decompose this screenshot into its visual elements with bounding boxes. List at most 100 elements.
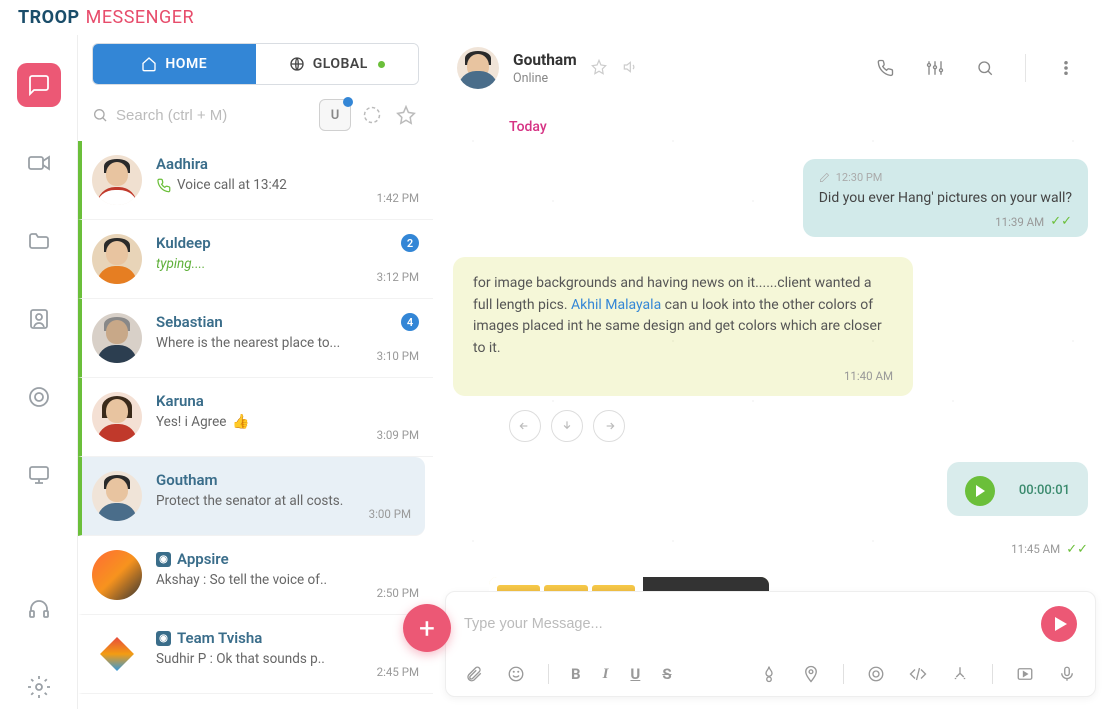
read-ticks-icon: ✓✓: [1050, 214, 1072, 229]
search-input[interactable]: [116, 107, 311, 124]
search-icon: [92, 106, 108, 124]
unread-filter-button[interactable]: U: [319, 99, 351, 131]
download-icon[interactable]: [551, 410, 583, 442]
favorite-filter-icon[interactable]: [393, 102, 419, 128]
video-clip-icon[interactable]: [1015, 664, 1035, 684]
avatar: [92, 550, 142, 600]
conversation-name: Kuldeep: [156, 234, 419, 252]
loading-filter-icon[interactable]: [359, 102, 385, 128]
send-button[interactable]: [1041, 606, 1077, 642]
fork-icon[interactable]: [950, 664, 970, 684]
play-button[interactable]: [965, 476, 995, 506]
chat-header: Goutham Online: [433, 35, 1108, 101]
bold-button[interactable]: B: [571, 665, 581, 683]
image-attachment[interactable]: [489, 577, 769, 591]
conversation-time: 3:10 PM: [377, 349, 419, 363]
message-time: 11:40 AM: [844, 368, 893, 386]
record-icon[interactable]: [866, 664, 886, 684]
emoji-icon[interactable]: [506, 664, 526, 684]
avatar: [92, 392, 142, 442]
video-icon[interactable]: [17, 141, 61, 185]
left-rail: [0, 35, 77, 709]
display-icon[interactable]: [17, 453, 61, 497]
message-bubble[interactable]: for image backgrounds and having news on…: [453, 257, 913, 396]
message-scroll[interactable]: Today 12:30 PM Did you ever Hang' pictur…: [433, 101, 1108, 591]
conversation-panel: HOME GLOBAL U Aadhira: [77, 35, 433, 709]
reply-icon[interactable]: [509, 410, 541, 442]
headset-icon[interactable]: [17, 587, 61, 631]
new-chat-button[interactable]: +: [403, 604, 451, 652]
conversation-item[interactable]: ◉Appsire Akshay : So tell the voice of..…: [78, 536, 433, 615]
scope-tabs: HOME GLOBAL: [92, 43, 419, 85]
mic-icon[interactable]: [1057, 664, 1077, 684]
conversation-time: 3:00 PM: [369, 507, 411, 521]
conversation-item[interactable]: Goutham Protect the senator at all costs…: [78, 457, 425, 536]
conversation-time: 2:50 PM: [377, 586, 419, 600]
tab-home[interactable]: HOME: [93, 44, 256, 84]
favorite-icon[interactable]: [591, 59, 609, 77]
more-icon[interactable]: [1048, 50, 1084, 86]
settings-icon[interactable]: [17, 665, 61, 709]
conversation-item[interactable]: ◉Team Tvisha Sudhir P : Ok that sounds p…: [78, 615, 433, 694]
call-icon: [156, 178, 171, 193]
message-bubble[interactable]: 12:30 PM Did you ever Hang' pictures on …: [803, 159, 1088, 237]
avatar: [92, 313, 142, 363]
search-box[interactable]: [92, 106, 311, 124]
chat-contact-name: Goutham: [513, 51, 577, 69]
speaker-icon[interactable]: [623, 59, 641, 77]
thumbs-up-icon: 👍: [232, 414, 249, 430]
message-time: 11:45 AM: [1011, 542, 1060, 556]
message-time: 11:39 AM: [995, 215, 1044, 229]
conversation-name: ◉Team Tvisha: [156, 629, 419, 647]
chat-icon[interactable]: [17, 63, 61, 107]
folder-icon[interactable]: [17, 219, 61, 263]
message-outgoing: 12:30 PM Did you ever Hang' pictures on …: [453, 159, 1088, 237]
message-input[interactable]: [464, 616, 1029, 632]
edit-icon: [819, 172, 830, 183]
conversation-name: Aadhira: [156, 155, 419, 173]
attach-icon[interactable]: [464, 664, 484, 684]
group-icon: ◉: [156, 552, 171, 567]
conversation-list[interactable]: Aadhira Voice call at 13:42 1:42 PM Kuld…: [78, 141, 433, 709]
mention[interactable]: Akhil Malayala: [571, 297, 661, 313]
composer-toolbar: B I U S: [446, 656, 1095, 696]
conversation-name: Karuna: [156, 392, 419, 410]
message-composer: B I U S: [445, 591, 1096, 697]
read-ticks-icon: ✓✓: [1066, 542, 1088, 557]
groups-icon[interactable]: [17, 375, 61, 419]
equalizer-icon[interactable]: [917, 50, 953, 86]
message-text: Did you ever Hang' pictures on your wall…: [819, 190, 1072, 206]
conversation-name: Goutham: [156, 471, 411, 489]
conversation-name: ◉Appsire: [156, 550, 419, 568]
code-icon[interactable]: [908, 664, 928, 684]
italic-button[interactable]: I: [603, 666, 609, 683]
conversation-item[interactable]: Karuna Yes! i Agree 👍 3:09 PM: [78, 378, 433, 457]
burnout-icon[interactable]: [759, 664, 779, 684]
tab-global[interactable]: GLOBAL: [256, 44, 419, 84]
conversation-item[interactable]: Aadhira Voice call at 13:42 1:42 PM: [78, 141, 433, 220]
conversation-item[interactable]: Kuldeep typing.... 2 3:12 PM: [78, 220, 433, 299]
unread-badge: 2: [401, 234, 419, 252]
avatar: [92, 234, 142, 284]
avatar: [92, 155, 142, 205]
location-icon[interactable]: [801, 664, 821, 684]
conversation-time: 3:09 PM: [377, 428, 419, 442]
forward-icon[interactable]: [593, 410, 625, 442]
voice-message[interactable]: 00:00:01: [947, 462, 1088, 516]
conversation-name: Sebastian: [156, 313, 419, 331]
message-outgoing: 00:00:01 11:45 AM ✓✓: [453, 462, 1088, 557]
search-chat-icon[interactable]: [967, 50, 1003, 86]
chat-contact-status: Online: [513, 71, 577, 86]
conversation-time: 3:12 PM: [377, 270, 419, 284]
strike-button[interactable]: S: [662, 665, 671, 683]
conversation-time: 1:42 PM: [377, 191, 419, 205]
notif-dot-icon: [343, 97, 353, 107]
conversation-item[interactable]: Sebastian Where is the nearest place to.…: [78, 299, 433, 378]
online-dot-icon: [378, 61, 385, 68]
call-icon[interactable]: [867, 50, 903, 86]
underline-button[interactable]: U: [630, 665, 640, 683]
avatar: [92, 471, 142, 521]
contacts-icon[interactable]: [17, 297, 61, 341]
avatar[interactable]: [457, 47, 499, 89]
message-incoming: for image backgrounds and having news on…: [453, 257, 1088, 396]
